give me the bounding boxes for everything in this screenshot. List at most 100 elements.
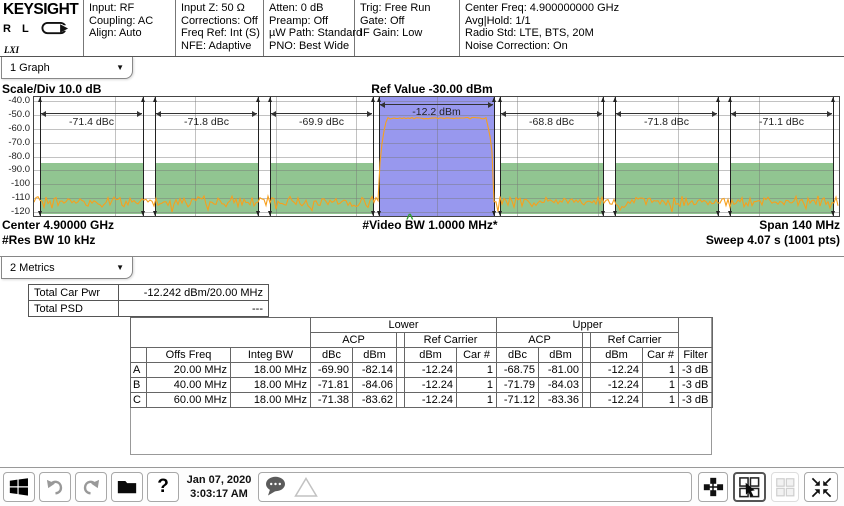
table-row: Total PSD --- — [29, 301, 269, 317]
acp-results-panel: Lower Upper ACP Ref Carrier ACP Ref Carr… — [130, 317, 712, 455]
y-axis-tick-label: -120 — [0, 207, 30, 217]
filter-cell: -3 dB — [679, 393, 713, 408]
col-header-integ-bw: Integ BW — [231, 348, 311, 363]
status-message-bar[interactable] — [258, 472, 692, 502]
upper-dbm-cell: -84.03 — [539, 378, 583, 393]
measure-span-arrow — [731, 113, 833, 114]
windows-start-button[interactable] — [3, 472, 35, 502]
upper-ref-dbm-cell: -12.24 — [591, 378, 643, 393]
nfe-line: NFE: Adaptive — [181, 40, 259, 53]
upper-dbm-cell: -81.00 — [539, 363, 583, 378]
lower-dbm-cell: -84.06 — [353, 378, 397, 393]
spectrum-plot[interactable]: -12.2 dBm-69.9 dBc-68.8 dBc-71.8 dBc-71.… — [33, 96, 840, 217]
header-input-block[interactable]: Input: RF Coupling: AC Align: Auto — [84, 0, 176, 56]
y-axis-tick-label: -70.0 — [0, 138, 30, 148]
acp-annotation: -71.8 dBc — [615, 116, 719, 128]
table-row: C 60.00 MHz 18.00 MHz -71.38 -83.62 -12.… — [131, 393, 713, 408]
upper-car-cell: 1 — [643, 363, 679, 378]
screen-select-button[interactable] — [733, 472, 766, 502]
col-header-car: Car # — [643, 348, 679, 363]
redo-button[interactable] — [75, 472, 107, 502]
lower-car-cell: 1 — [457, 393, 497, 408]
subheader-ref-carrier: Ref Carrier — [591, 333, 679, 348]
save-recall-button[interactable] — [111, 472, 143, 502]
upper-dbc-cell: -71.79 — [497, 378, 539, 393]
offs-freq-cell: 60.00 MHz — [147, 393, 231, 408]
metrics-view-dropdown[interactable]: 2 Metrics ▼ — [1, 257, 133, 279]
inputz-line: Input Z: 50 Ω — [181, 2, 259, 15]
header-freq-block[interactable]: Center Freq: 4.900000000 GHz Avg|Hold: 1… — [460, 0, 844, 56]
metric-label: Total Car Pwr — [29, 285, 119, 301]
col-header-dbc: dBc — [311, 348, 353, 363]
undo-button[interactable] — [39, 472, 71, 502]
col-header-dbm: dBm — [405, 348, 457, 363]
blank-cell — [131, 348, 147, 363]
uwpath-line: µW Path: Standard — [269, 27, 350, 40]
lower-dbm-cell: -83.62 — [353, 393, 397, 408]
blank-cell — [397, 348, 405, 363]
scale-div-label: Scale/Div 10.0 dB — [2, 82, 101, 96]
window-grid-button[interactable] — [771, 472, 799, 502]
sweep-label: Sweep 4.07 s (1001 pts) — [706, 233, 840, 248]
upper-car-cell: 1 — [643, 393, 679, 408]
upper-ref-dbm-cell: -12.24 — [591, 363, 643, 378]
y-axis-tick-label: -90.0 — [0, 165, 30, 175]
graph-footer-right: Span 140 MHz Sweep 4.07 s (1001 pts) — [706, 218, 840, 248]
blank-cell — [583, 333, 591, 348]
trig-line: Trig: Free Run — [360, 2, 455, 15]
collapse-arrows-icon — [810, 476, 833, 499]
offset-id: C — [131, 393, 147, 408]
date-text: Jan 07, 2020 — [183, 473, 255, 487]
upper-car-cell: 1 — [643, 378, 679, 393]
col-header-car: Car # — [457, 348, 497, 363]
subheader-ref-carrier: Ref Carrier — [405, 333, 497, 348]
metric-value: --- — [119, 301, 269, 317]
subheader-acp: ACP — [311, 333, 397, 348]
coupling-line: Coupling: AC — [89, 15, 171, 28]
upper-dbc-cell: -71.12 — [497, 393, 539, 408]
keysight-logo: KEYSIGHT — [3, 1, 80, 19]
folder-icon — [116, 476, 138, 498]
measure-span-arrow — [41, 113, 143, 114]
table-row: Lower Upper — [131, 318, 713, 333]
blank-cell — [397, 378, 405, 393]
table-row: Offs Freq Integ BW dBc dBm dBm Car # dBc… — [131, 348, 713, 363]
header-inputz-block[interactable]: Input Z: 50 Ω Corrections: Off Freq Ref:… — [176, 0, 264, 56]
block-diagram-button[interactable] — [698, 472, 728, 502]
graph-view-dropdown[interactable]: 1 Graph ▼ — [1, 57, 133, 79]
input-line: Input: RF — [89, 2, 171, 15]
avghold-line: Avg|Hold: 1/1 — [465, 15, 840, 28]
blank-cell — [583, 363, 591, 378]
col-header-offs-freq: Offs Freq — [147, 348, 231, 363]
col-header-filter: Filter — [679, 348, 713, 363]
blank-cell — [583, 348, 591, 363]
acp-annotation: -69.9 dBc — [270, 116, 374, 128]
header-atten-block[interactable]: Atten: 0 dB Preamp: Off µW Path: Standar… — [264, 0, 355, 56]
grid-icon — [775, 477, 796, 498]
filter-cell: -3 dB — [679, 363, 713, 378]
group-header-upper: Upper — [497, 318, 679, 333]
question-mark-icon: ? — [157, 476, 169, 498]
help-button[interactable]: ? — [147, 472, 179, 502]
remote-listen-indicator: R L — [3, 23, 33, 35]
header-trig-block[interactable]: Trig: Free Run Gate: Off IF Gain: Low — [355, 0, 460, 56]
instrument-window: KEYSIGHT R L LXI Input: RF Coupling: AC … — [0, 0, 844, 506]
measure-span-arrow — [271, 113, 373, 114]
datetime-display: Jan 07, 2020 3:03:17 AM — [183, 473, 255, 501]
measure-span-arrow — [501, 113, 603, 114]
lower-car-cell: 1 — [457, 378, 497, 393]
graph-view-label: 1 Graph — [10, 62, 50, 74]
col-header-dbm: dBm — [539, 348, 583, 363]
metric-label: Total PSD — [29, 301, 119, 317]
center-marker-icon: ^ — [406, 211, 414, 226]
fullscreen-toggle-button[interactable] — [804, 472, 838, 502]
table-row: Total Car Pwr -12.242 dBm/20.00 MHz — [29, 285, 269, 301]
status-header: KEYSIGHT R L LXI Input: RF Coupling: AC … — [0, 0, 844, 57]
y-axis-tick-label: -100 — [0, 179, 30, 189]
carrier-power-annotation: -12.2 dBm — [379, 106, 494, 118]
acp-annotation: -68.8 dBc — [500, 116, 604, 128]
redo-icon — [80, 476, 102, 498]
lower-ref-dbm-cell: -12.24 — [405, 378, 457, 393]
centerfreq-line: Center Freq: 4.900000000 GHz — [465, 2, 840, 15]
noisecorr-line: Noise Correction: On — [465, 40, 840, 53]
